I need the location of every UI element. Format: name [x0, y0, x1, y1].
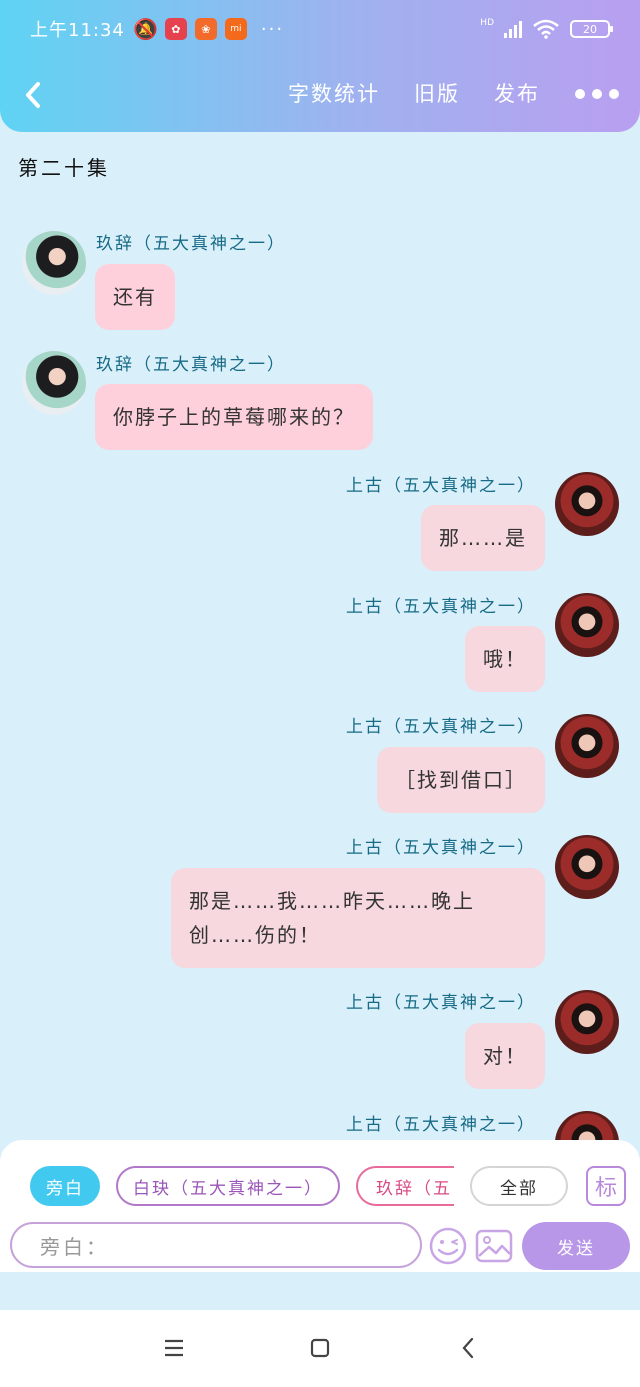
- sender-name: 上古（五大真神之一）: [346, 993, 536, 1013]
- app-notification-icon: ✿: [164, 18, 187, 40]
- sender-name: 上古（五大真神之一）: [346, 597, 536, 617]
- status-time: 上午11:34: [30, 20, 125, 41]
- more-options-button[interactable]: [574, 81, 620, 106]
- system-nav-bar: [0, 1310, 640, 1387]
- message-bubble[interactable]: ［找到借口］: [377, 747, 545, 813]
- recent-apps-button[interactable]: [158, 1332, 190, 1364]
- publish-button[interactable]: 发布: [494, 78, 540, 108]
- status-bar: 上午11:34 🔕 ✿ ❀ mi ··· HD 20: [30, 14, 613, 44]
- mi-icon: mi: [224, 18, 247, 40]
- message-bubble[interactable]: 你脖子上的草莓哪来的？: [95, 384, 373, 450]
- app-notification-icon: ❀: [194, 18, 217, 40]
- home-button[interactable]: [304, 1332, 336, 1364]
- avatar[interactable]: [555, 835, 619, 899]
- system-back-button[interactable]: [452, 1332, 484, 1364]
- wifi-icon: [533, 19, 559, 39]
- composer-panel: 旁白 白玦（五大真神之一） 玖辞（五 全部 标 旁白： 发送: [0, 1140, 640, 1272]
- sender-name: 玖辞（五大真神之一）: [96, 355, 286, 375]
- avatar[interactable]: [22, 351, 86, 415]
- role-chip-baijue[interactable]: 白玦（五大真神之一）: [116, 1166, 340, 1206]
- role-chip-narration[interactable]: 旁白: [30, 1166, 100, 1206]
- more-dots-icon: [575, 88, 619, 99]
- bell-muted-icon: 🔕: [133, 17, 159, 41]
- top-nav: 字数统计 旧版 发布: [0, 70, 640, 120]
- hd-label: HD: [480, 18, 494, 28]
- sender-name: 上古（五大真神之一）: [346, 717, 536, 737]
- back-button[interactable]: [22, 80, 52, 110]
- sender-name: 上古（五大真神之一）: [346, 476, 536, 496]
- image-icon[interactable]: [474, 1226, 514, 1266]
- square-icon: [310, 1338, 330, 1358]
- send-button[interactable]: 发送: [522, 1222, 630, 1270]
- message-input[interactable]: 旁白：: [10, 1222, 422, 1268]
- sender-name: 上古（五大真神之一）: [346, 838, 536, 858]
- word-count-button[interactable]: 字数统计: [288, 78, 380, 108]
- avatar[interactable]: [555, 593, 619, 657]
- battery-icon: 20: [570, 20, 613, 38]
- message-bubble[interactable]: 对！: [465, 1023, 545, 1089]
- message-bubble[interactable]: 那……是: [421, 505, 545, 571]
- message-bubble[interactable]: 那是……我……昨天……晚上创……伤的！: [171, 868, 545, 968]
- emoji-icon[interactable]: [428, 1226, 468, 1266]
- sender-name: 玖辞（五大真神之一）: [96, 234, 286, 254]
- signal-icon: [504, 20, 522, 38]
- avatar[interactable]: [22, 231, 86, 295]
- role-chip-jiuci[interactable]: 玖辞（五: [356, 1166, 454, 1206]
- sender-name: 上古（五大真神之一）: [346, 1115, 536, 1135]
- episode-title: 第二十集: [18, 156, 110, 180]
- menu-icon: [165, 1339, 183, 1357]
- mark-button[interactable]: 标: [586, 1166, 626, 1206]
- old-version-button[interactable]: 旧版: [414, 78, 460, 108]
- header: 上午11:34 🔕 ✿ ❀ mi ··· HD 20 字数统计 旧版 发布: [0, 0, 640, 132]
- avatar[interactable]: [555, 472, 619, 536]
- chevron-left-icon: [26, 82, 40, 108]
- message-bubble[interactable]: 还有: [95, 264, 175, 330]
- back-triangle-icon: [462, 1337, 474, 1359]
- message-bubble[interactable]: 哦！: [465, 626, 545, 692]
- avatar[interactable]: [555, 714, 619, 778]
- role-chip-all[interactable]: 全部: [470, 1166, 568, 1206]
- avatar[interactable]: [555, 990, 619, 1054]
- more-notifications-icon: ···: [260, 18, 285, 40]
